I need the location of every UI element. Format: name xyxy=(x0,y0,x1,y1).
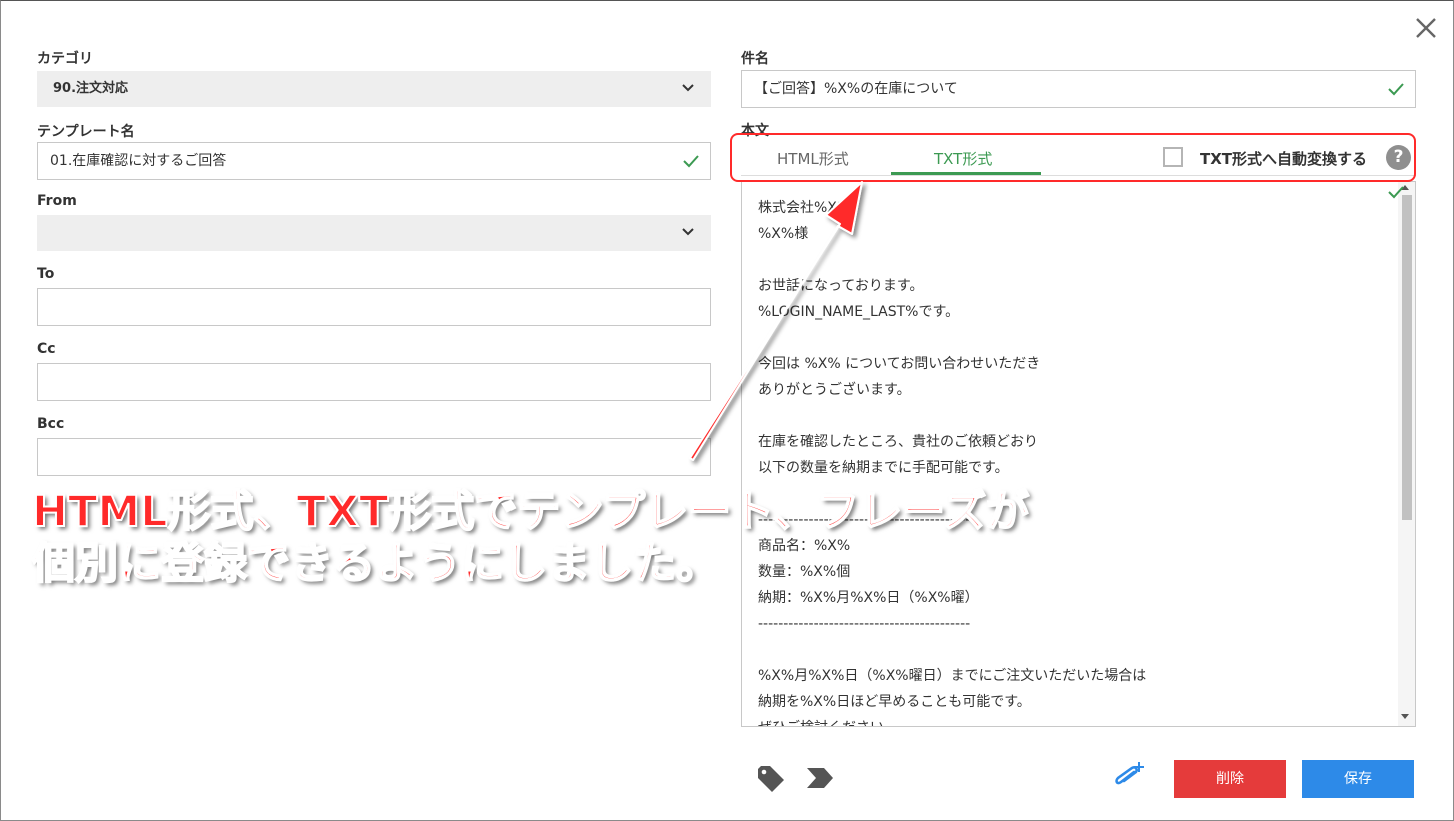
annotation-text: HTML形式、TXT形式でテンプレート、フレーズが 個別に登録できるようにしまし… xyxy=(31,486,1030,590)
check-icon xyxy=(1388,83,1404,96)
close-button[interactable] xyxy=(1412,14,1440,42)
category-value: 90.注文対応 xyxy=(53,81,129,96)
check-icon xyxy=(1388,186,1404,199)
body-editor[interactable]: 株式会社%X% %X%様 お世話になっております。 %LOGIN_NAME_LA… xyxy=(741,181,1416,727)
subject-value: 【ご回答】%X%の在庫について xyxy=(754,81,958,97)
delete-button[interactable]: 削除 xyxy=(1174,760,1286,798)
to-label: To xyxy=(37,266,55,282)
chevron-right-tag-icon[interactable] xyxy=(806,767,834,789)
cc-input[interactable] xyxy=(37,363,711,401)
bcc-input[interactable] xyxy=(37,438,711,476)
to-input[interactable] xyxy=(37,288,711,326)
bcc-label: Bcc xyxy=(37,416,65,432)
attachment-add-icon[interactable] xyxy=(1112,760,1148,792)
tabs-highlight-box xyxy=(730,133,1416,182)
scrollbar-thumb[interactable] xyxy=(1402,195,1412,520)
close-icon xyxy=(1416,18,1436,38)
template-name-input[interactable]: 01.在庫確認に対するご回答 xyxy=(37,142,711,180)
body-text[interactable]: 株式会社%X% %X%様 お世話になっております。 %LOGIN_NAME_LA… xyxy=(758,195,1388,726)
template-name-label: テンプレート名 xyxy=(37,124,135,140)
from-select[interactable] xyxy=(37,215,711,251)
subject-input[interactable]: 【ご回答】%X%の在庫について xyxy=(741,70,1416,108)
check-icon xyxy=(683,155,699,168)
cc-label: Cc xyxy=(37,341,56,357)
save-button[interactable]: 保存 xyxy=(1302,760,1414,798)
chevron-down-icon xyxy=(682,228,694,236)
scroll-down-icon[interactable] xyxy=(1401,714,1409,719)
template-name-value: 01.在庫確認に対するご回答 xyxy=(50,153,227,169)
subject-label: 件名 xyxy=(741,51,769,67)
tag-icon[interactable] xyxy=(756,765,786,793)
category-select[interactable]: 90.注文対応 xyxy=(37,71,711,107)
from-label: From xyxy=(37,193,77,209)
category-label: カテゴリ xyxy=(37,51,93,67)
chevron-down-icon xyxy=(682,84,694,92)
